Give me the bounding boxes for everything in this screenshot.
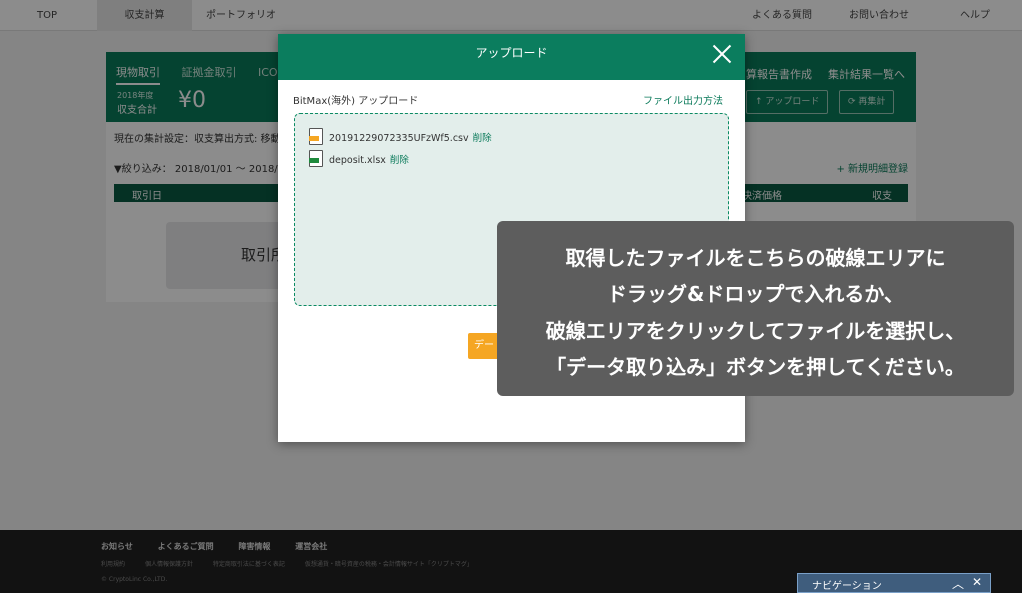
close-icon[interactable] [712, 44, 732, 64]
callout-line: ドラッグ&ドロップで入れるか、 [606, 282, 905, 306]
file-item: 20191229072335UFzWf5.csv 削除 [309, 128, 492, 145]
delete-file-link[interactable]: 削除 [390, 155, 409, 166]
file-name: deposit.xlsx [329, 155, 386, 166]
close-icon[interactable]: ✕ [972, 575, 982, 589]
instruction-callout: 取得したファイルをこちらの破線エリアに ドラッグ&ドロップで入れるか、 破線エリ… [462, 198, 1014, 396]
file-export-help-link[interactable]: ファイル出力方法 [643, 92, 723, 107]
csv-file-icon [309, 128, 323, 145]
delete-file-link[interactable]: 削除 [473, 133, 492, 144]
file-item: deposit.xlsx 削除 [309, 150, 409, 167]
navigation-widget[interactable]: ナビゲーション ︿ ✕ [797, 573, 991, 593]
upload-source-label: BitMax(海外) アップロード [293, 96, 419, 107]
callout-line: 「データ取り込み」ボタンを押してください。 [546, 355, 965, 379]
callout-line: 取得したファイルをこちらの破線エリアに [565, 246, 946, 270]
import-data-button[interactable]: デー [468, 333, 500, 359]
modal-title: アップロード [475, 46, 548, 60]
callout-line: 破線エリアをクリックしてファイルを選択し、 [545, 319, 966, 343]
file-name: 20191229072335UFzWf5.csv [329, 133, 469, 144]
chevron-up-icon[interactable]: ︿ [952, 575, 964, 592]
navigation-label: ナビゲーション [812, 581, 882, 592]
modal-header: アップロード [278, 34, 745, 80]
xlsx-file-icon [309, 150, 323, 167]
